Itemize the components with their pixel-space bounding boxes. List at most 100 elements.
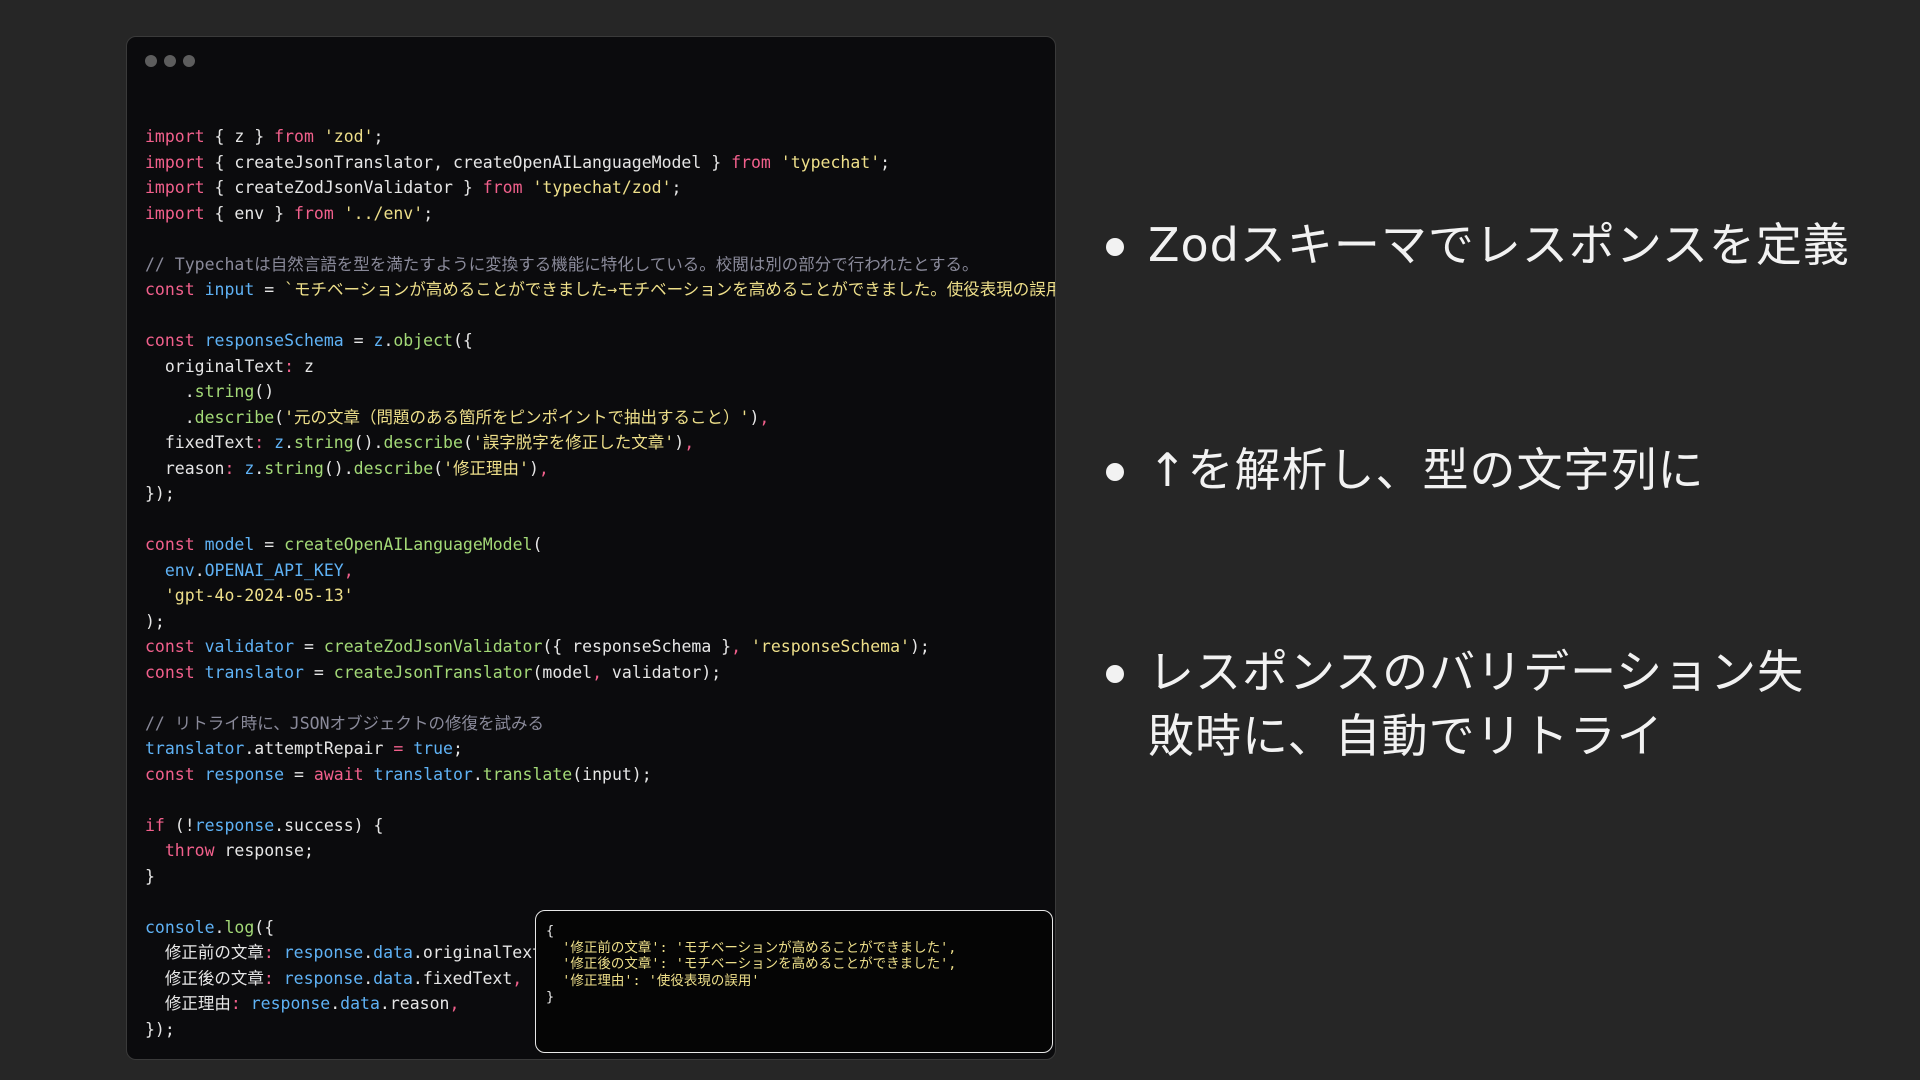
code-window: import { z } from 'zod'; import { createJ…	[126, 36, 1056, 1060]
code-line: import { createJsonTranslator, createOpe…	[145, 150, 1055, 176]
code-token: =	[393, 739, 404, 758]
code-token: .	[254, 458, 265, 478]
code-token: z	[294, 356, 314, 376]
code-token: =	[284, 764, 314, 784]
code-token: data	[373, 968, 413, 988]
code-token: ().	[353, 433, 384, 452]
code-token: 修正理由	[145, 994, 231, 1013]
code-token: data	[373, 943, 413, 962]
code-token: =	[254, 535, 285, 554]
code-token: response	[283, 968, 364, 988]
code-token: =	[343, 331, 374, 350]
window-dot-icon	[145, 55, 157, 67]
code-token: string	[264, 458, 324, 478]
output-line: '修正前の文章': 'モチベーションが高めることができました',	[546, 939, 957, 956]
window-dot-icon	[183, 55, 195, 67]
code-token: ,	[731, 637, 742, 656]
code-token: .	[472, 764, 483, 784]
code-token: .	[330, 994, 341, 1013]
code-token: describe	[383, 433, 463, 452]
code-token: const	[145, 662, 195, 682]
code-line: const translator = createJsonTranslator(…	[145, 660, 1055, 686]
code-token: )	[528, 458, 539, 478]
code-token: data	[340, 994, 380, 1013]
output-line: '修正後の文章': 'モチベーションを高めることができました',	[546, 956, 957, 972]
code-token: reason	[145, 458, 225, 478]
code-token: }	[145, 866, 155, 886]
code-token: ;	[452, 739, 463, 758]
code-token: import	[145, 152, 205, 172]
code-line: const validator = createZodJsonValidator…	[145, 634, 1055, 660]
code-token: z	[274, 433, 285, 452]
code-token: .originalText	[412, 943, 543, 962]
bullet-dot-icon	[1106, 665, 1124, 683]
bullet-text: レスポンスのバリデーション失敗時に、自動でリトライ	[1148, 645, 1805, 763]
window-controls	[145, 55, 195, 67]
bullet-item: レスポンスのバリデーション失敗時に、自動でリトライ	[1106, 640, 1896, 768]
code-token: .	[194, 560, 205, 580]
code-token: model	[204, 535, 255, 554]
code-token: env	[164, 560, 195, 580]
code-token: ,	[759, 407, 770, 427]
code-line: // リトライ時に、JSONオブジェクトの修復を試みる	[145, 711, 1055, 737]
code-token: );	[145, 611, 165, 631]
code-token: log	[224, 917, 255, 937]
code-token: ({ responseSchema }	[542, 637, 732, 656]
code-line: import { z } from 'zod';	[145, 124, 1055, 150]
code-line: env.OPENAI_API_KEY,	[145, 558, 1055, 584]
code-token: (input);	[572, 764, 652, 784]
code-token: ,	[592, 662, 602, 682]
code-line: const responseSchema = z.object({	[145, 328, 1055, 354]
code-token: import	[145, 203, 205, 223]
code-line: );	[145, 609, 1055, 635]
code-token: :	[230, 994, 241, 1013]
code-line: const input = `モチベーションが高めることができました→モチベーシ…	[145, 277, 1055, 303]
output-line: '修正理由': '使役表現の誤用'	[546, 972, 760, 989]
code-token: (	[532, 535, 543, 554]
code-token: ;	[671, 178, 682, 197]
code-line: const response = await translator.transl…	[145, 762, 1055, 788]
code-token: ({	[452, 331, 473, 350]
code-token: :	[254, 433, 265, 452]
code-token: .reason	[379, 994, 450, 1013]
code-line: }	[145, 864, 1055, 890]
code-token: createZodJsonValidator	[323, 637, 543, 656]
code-token: .	[383, 331, 394, 350]
code-token: await	[313, 764, 364, 784]
code-token: ;	[880, 152, 891, 172]
code-token: 修正前の文章	[145, 943, 264, 962]
code-token: const	[145, 331, 195, 350]
code-token: :	[263, 968, 274, 988]
code-token: ,	[449, 994, 460, 1013]
code-token: // Typechatは自然言語を型を満たすように変換する機能に特化している。校…	[145, 254, 979, 274]
code-token: .fixedText	[412, 968, 513, 988]
bullet-text: ↑を解析し、型の文字列に	[1148, 443, 1705, 497]
code-token: (	[274, 407, 285, 427]
code-token: ,	[512, 968, 523, 988]
code-token: response	[283, 943, 364, 962]
code-token: object	[393, 331, 453, 350]
code-token: ,	[684, 433, 695, 452]
code-token: z	[244, 458, 255, 478]
code-line: originalText: z	[145, 354, 1055, 380]
code-token: describe	[194, 407, 275, 427]
code-token: 'responseSchema'	[751, 637, 910, 656]
code-token: ;	[423, 203, 434, 223]
code-token: createJsonTranslator	[333, 662, 533, 682]
